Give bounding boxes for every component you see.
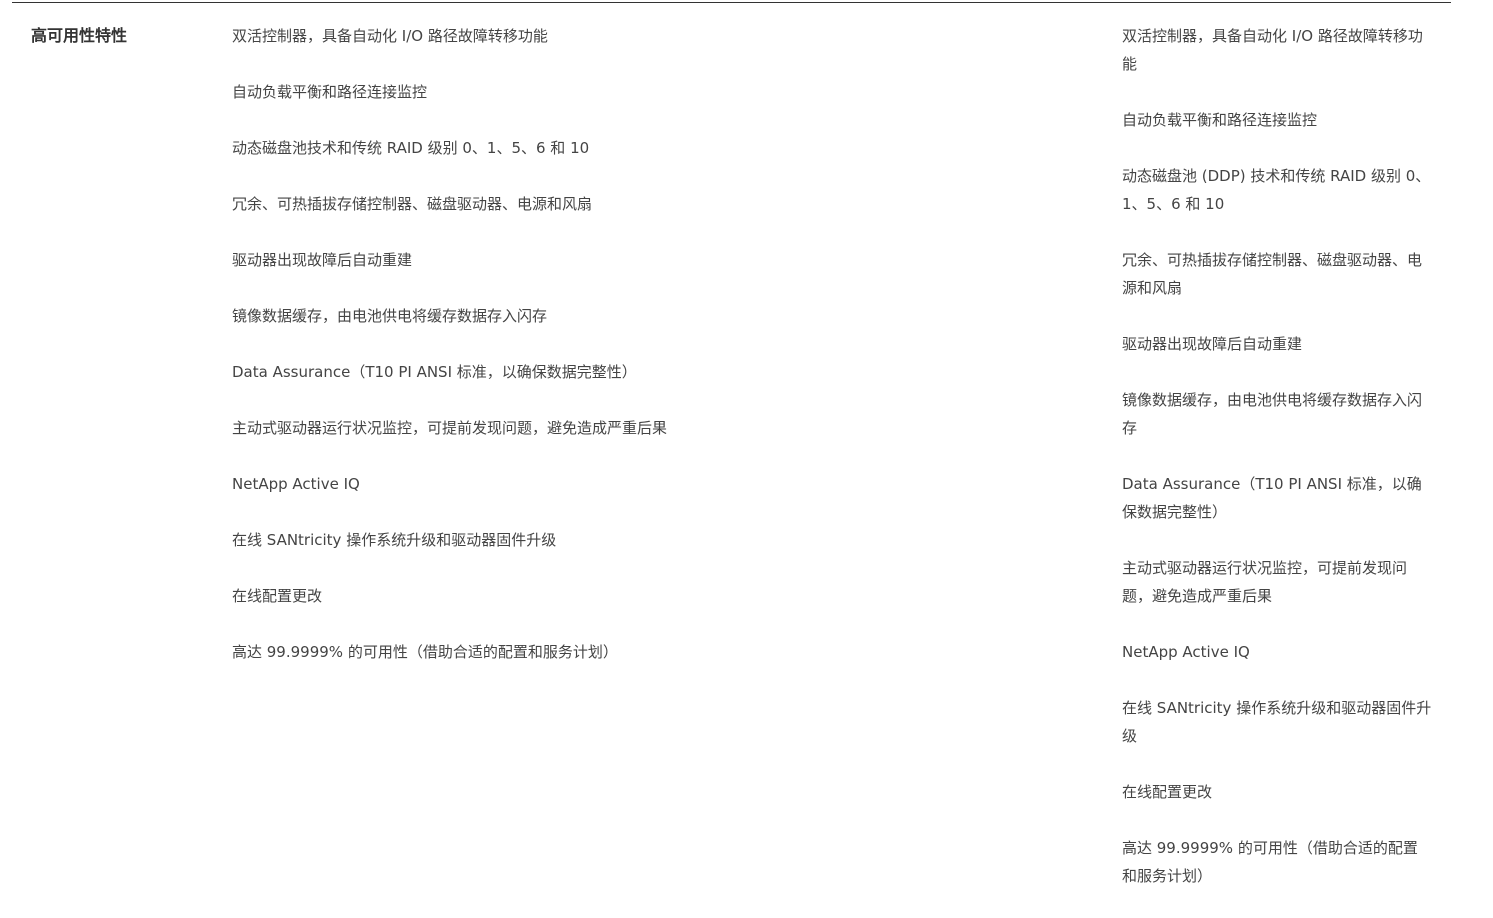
list-item: 冗余、可热插拔存储控制器、磁盘驱动器、电源和风扇 xyxy=(1122,251,1423,297)
list-item: 镜像数据缓存，由电池供电将缓存数据存入闪存 xyxy=(232,307,548,325)
list-item: 驱动器出现故障后自动重建 xyxy=(232,251,413,269)
list-item: 主动式驱动器运行状况监控，可提前发现问题，避免造成严重后果 xyxy=(1122,559,1408,605)
list-item: Data Assurance（T10 PI ANSI 标准，以确保数据完整性） xyxy=(232,363,637,381)
row-label: 高可用性特性 xyxy=(31,26,128,45)
list-item: NetApp Active IQ xyxy=(1122,643,1250,661)
list-item: Data Assurance（T10 PI ANSI 标准，以确保数据完整性） xyxy=(1122,475,1422,521)
list-item: 在线配置更改 xyxy=(1122,783,1213,801)
spec-table-row-high-availability: 高可用性特性 双活控制器，具备自动化 I/O 路径故障转移功能 自动负载平衡和路… xyxy=(0,0,1493,892)
list-item: 驱动器出现故障后自动重建 xyxy=(1122,335,1303,353)
list-item: 动态磁盘池 (DDP) 技术和传统 RAID 级别 0、1、5、6 和 10 xyxy=(1122,167,1431,213)
list-item: 自动负载平衡和路径连接监控 xyxy=(232,83,428,101)
list-item: 双活控制器，具备自动化 I/O 路径故障转移功能 xyxy=(232,27,548,45)
spec-column-a: 双活控制器，具备自动化 I/O 路径故障转移功能 自动负载平衡和路径连接监控 动… xyxy=(232,22,1052,694)
list-item: 自动负载平衡和路径连接监控 xyxy=(1122,111,1318,129)
list-item: 高达 99.9999% 的可用性（借助合适的配置和服务计划） xyxy=(232,643,618,661)
spec-column-b: 双活控制器，具备自动化 I/O 路径故障转移功能 自动负载平衡和路径连接监控 动… xyxy=(1122,22,1432,918)
list-item: 在线配置更改 xyxy=(232,587,323,605)
list-item: 冗余、可热插拔存储控制器、磁盘驱动器、电源和风扇 xyxy=(232,195,593,213)
list-item: NetApp Active IQ xyxy=(232,475,360,493)
list-item: 镜像数据缓存，由电池供电将缓存数据存入闪存 xyxy=(1122,391,1423,437)
list-item: 动态磁盘池技术和传统 RAID 级别 0、1、5、6 和 10 xyxy=(232,139,590,157)
list-item: 在线 SANtricity 操作系统升级和驱动器固件升级 xyxy=(232,531,557,549)
list-item: 高达 99.9999% 的可用性（借助合适的配置和服务计划） xyxy=(1122,839,1418,885)
list-item: 双活控制器，具备自动化 I/O 路径故障转移功能 xyxy=(1122,27,1423,73)
list-item: 主动式驱动器运行状况监控，可提前发现问题，避免造成严重后果 xyxy=(232,419,668,437)
list-item: 在线 SANtricity 操作系统升级和驱动器固件升级 xyxy=(1122,699,1432,745)
